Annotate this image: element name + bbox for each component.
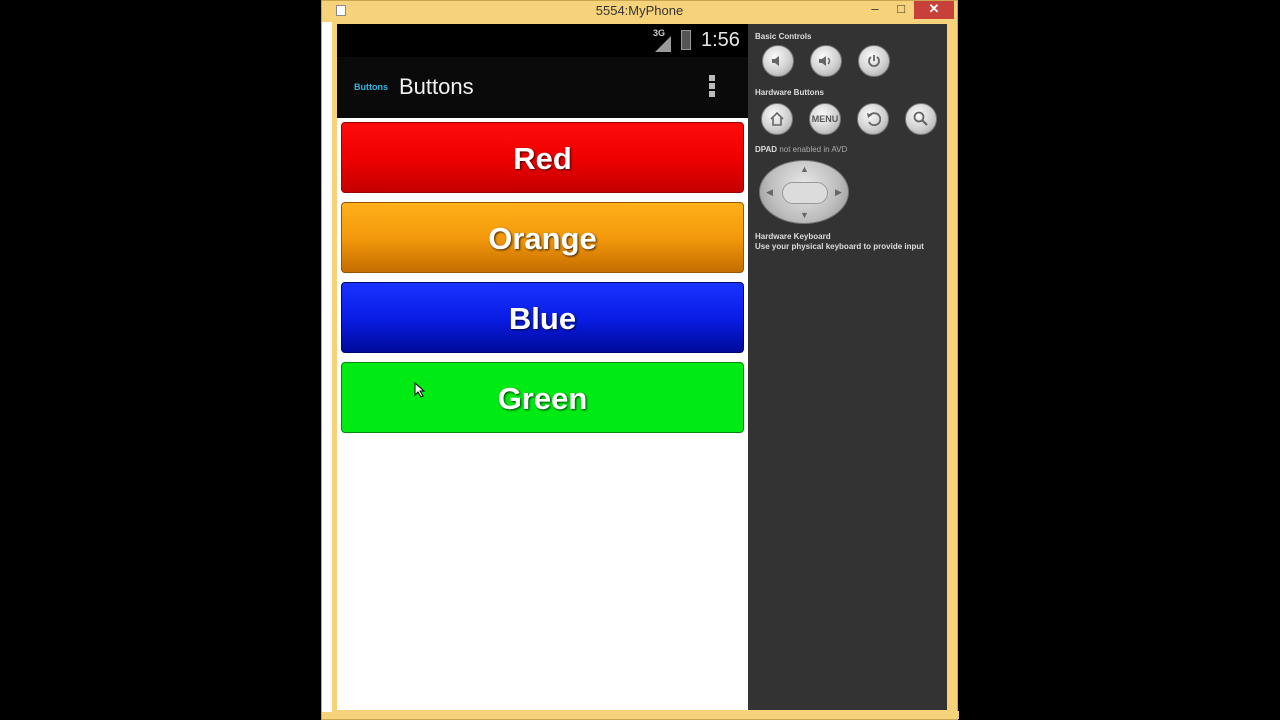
- orange-button[interactable]: Orange: [341, 202, 744, 273]
- dpad-down-icon[interactable]: ▼: [800, 210, 809, 220]
- home-icon: [770, 111, 784, 126]
- app-icon[interactable]: Buttons: [354, 82, 388, 92]
- window-left-edge: [322, 22, 332, 712]
- window-bottom-edge: [332, 711, 959, 719]
- volume-up-icon: [819, 56, 831, 66]
- back-icon: [867, 112, 882, 127]
- dpad-note: not enabled in AVD: [779, 145, 848, 154]
- volume-up-button[interactable]: [810, 45, 842, 77]
- dpad-center-button[interactable]: [782, 182, 828, 204]
- overflow-menu-icon[interactable]: [707, 75, 717, 103]
- menu-button[interactable]: MENU: [809, 103, 841, 135]
- hardware-keyboard-note: Use your physical keyboard to provide in…: [755, 242, 924, 251]
- signal-icon: [655, 36, 671, 52]
- battery-icon: [681, 30, 691, 50]
- emulator-window: 5554:MyPhone – □ ✕ 3G 1:56 Buttons Butto…: [321, 0, 959, 720]
- home-button[interactable]: [761, 103, 793, 135]
- dpad[interactable]: ▲ ▼ ◀ ▶: [759, 160, 849, 224]
- action-bar: Buttons Buttons: [337, 57, 748, 118]
- volume-down-button[interactable]: [762, 45, 794, 77]
- red-button[interactable]: Red: [341, 122, 744, 193]
- power-button[interactable]: [858, 45, 890, 77]
- window-titlebar[interactable]: 5554:MyPhone – □ ✕: [322, 1, 957, 22]
- close-button[interactable]: ✕: [914, 1, 954, 19]
- green-button[interactable]: Green: [341, 362, 744, 433]
- hardware-buttons-heading: Hardware Buttons: [755, 88, 824, 97]
- emulator-controls-panel: Basic Controls Hardware Buttons MENU DPA…: [748, 24, 947, 710]
- dpad-up-icon[interactable]: ▲: [800, 164, 809, 174]
- phone-screen: 3G 1:56 Buttons Buttons Red Orange Blue …: [337, 24, 748, 710]
- hardware-keyboard-heading: Hardware Keyboard: [755, 232, 831, 241]
- mouse-cursor-icon: [414, 382, 426, 398]
- status-clock: 1:56: [701, 29, 740, 51]
- button-list: Red Orange Blue Green: [341, 122, 744, 442]
- app-title: Buttons: [399, 74, 474, 99]
- blue-button[interactable]: Blue: [341, 282, 744, 353]
- search-icon: [913, 111, 928, 126]
- dpad-heading-label: DPAD: [755, 145, 778, 154]
- volume-down-icon: [772, 56, 779, 66]
- status-bar: 3G 1:56: [337, 24, 748, 57]
- maximize-button[interactable]: □: [888, 1, 914, 19]
- back-button[interactable]: [857, 103, 889, 135]
- minimize-button[interactable]: –: [862, 1, 888, 19]
- basic-controls-heading: Basic Controls: [755, 32, 812, 41]
- dpad-left-icon[interactable]: ◀: [766, 187, 773, 198]
- dpad-right-icon[interactable]: ▶: [835, 187, 842, 198]
- dpad-heading: DPAD not enabled in AVD: [755, 145, 847, 154]
- search-button[interactable]: [905, 103, 937, 135]
- power-icon: [868, 55, 880, 67]
